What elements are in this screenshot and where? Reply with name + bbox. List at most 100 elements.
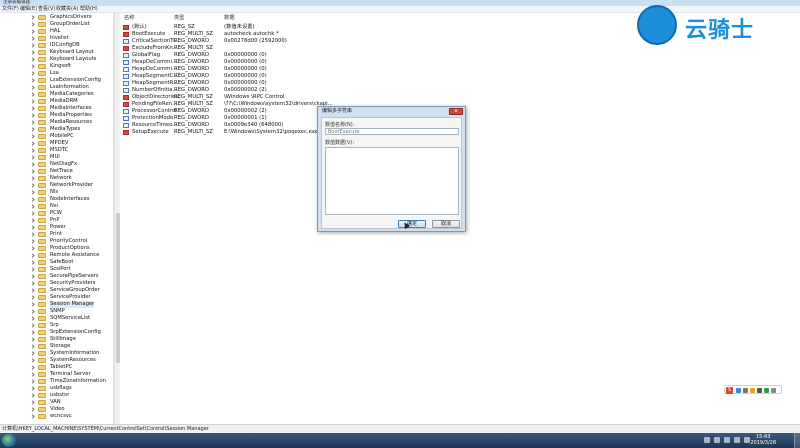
expand-arrow-icon[interactable] xyxy=(30,92,35,97)
expand-arrow-icon[interactable] xyxy=(30,169,35,174)
value-row[interactable]: GlobalFlag REG_DWORD 0x00000000 (0) xyxy=(123,52,463,59)
expand-arrow-icon[interactable] xyxy=(30,29,35,34)
expand-arrow-icon[interactable] xyxy=(30,393,35,398)
expand-arrow-icon[interactable] xyxy=(30,22,35,27)
skin-icon[interactable] xyxy=(771,388,776,393)
menu-edit[interactable]: 编辑(E) xyxy=(20,6,37,13)
tray-flag-icon[interactable] xyxy=(704,437,710,443)
expand-arrow-icon[interactable] xyxy=(30,155,35,160)
expand-arrow-icon[interactable] xyxy=(30,106,35,111)
expand-arrow-icon[interactable] xyxy=(30,330,35,335)
punctuation-icon[interactable] xyxy=(743,388,748,393)
value-row[interactable]: HeapSegmentR... REG_DWORD 0x00000000 (0) xyxy=(123,80,463,87)
expand-arrow-icon[interactable] xyxy=(30,400,35,405)
value-row[interactable]: (默认) REG_SZ (数值未设置) xyxy=(123,24,463,31)
expand-arrow-icon[interactable] xyxy=(30,414,35,419)
expand-arrow-icon[interactable] xyxy=(30,148,35,153)
expand-arrow-icon[interactable] xyxy=(30,15,35,20)
expand-arrow-icon[interactable] xyxy=(30,260,35,265)
tray-volume-icon[interactable] xyxy=(734,437,740,443)
expand-arrow-icon[interactable] xyxy=(30,141,35,146)
cancel-button[interactable]: 取消 xyxy=(432,220,460,228)
expand-arrow-icon[interactable] xyxy=(30,323,35,328)
expand-arrow-icon[interactable] xyxy=(30,302,35,307)
expand-arrow-icon[interactable] xyxy=(30,337,35,342)
expand-arrow-icon[interactable] xyxy=(30,309,35,314)
expand-arrow-icon[interactable] xyxy=(30,253,35,258)
menu-view[interactable]: 查看(V) xyxy=(38,6,55,13)
expand-arrow-icon[interactable] xyxy=(30,288,35,293)
expand-arrow-icon[interactable] xyxy=(30,274,35,279)
expand-arrow-icon[interactable] xyxy=(30,239,35,244)
emoji-icon[interactable] xyxy=(750,388,755,393)
column-type-header[interactable]: 类型 xyxy=(174,15,185,22)
registry-tree[interactable]: GraphicsDrivers GroupOrderList HAL hivelist… xyxy=(0,13,114,424)
expand-arrow-icon[interactable] xyxy=(30,162,35,167)
expand-arrow-icon[interactable] xyxy=(30,127,35,132)
expand-arrow-icon[interactable] xyxy=(30,120,35,125)
show-desktop-button[interactable] xyxy=(794,433,800,448)
expand-arrow-icon[interactable] xyxy=(30,204,35,209)
sogou-ime-icon[interactable]: S xyxy=(726,387,733,394)
expand-arrow-icon[interactable] xyxy=(30,50,35,55)
expand-arrow-icon[interactable] xyxy=(30,78,35,83)
expand-arrow-icon[interactable] xyxy=(30,134,35,139)
expand-arrow-icon[interactable] xyxy=(30,57,35,62)
folder-icon xyxy=(38,414,46,419)
value-data-textarea[interactable] xyxy=(325,147,459,215)
expand-arrow-icon[interactable] xyxy=(30,64,35,69)
expand-arrow-icon[interactable] xyxy=(30,316,35,321)
value-name-field[interactable]: BootExecute xyxy=(325,128,459,135)
value-row[interactable]: ExcludeFromKn... REG_MULTI_SZ xyxy=(123,45,463,52)
expand-arrow-icon[interactable] xyxy=(30,183,35,188)
keyboard-icon[interactable] xyxy=(764,388,769,393)
expand-arrow-icon[interactable] xyxy=(30,358,35,363)
value-row[interactable]: BootExecute REG_MULTI_SZ autocheck autochk… xyxy=(123,31,463,38)
expand-arrow-icon[interactable] xyxy=(30,225,35,230)
expand-arrow-icon[interactable] xyxy=(30,386,35,391)
expand-arrow-icon[interactable] xyxy=(30,351,35,356)
menu-favorites[interactable]: 收藏夹(A) xyxy=(56,6,78,13)
tray-shield-icon[interactable] xyxy=(714,437,720,443)
expand-arrow-icon[interactable] xyxy=(30,344,35,349)
expand-arrow-icon[interactable] xyxy=(30,211,35,216)
expand-arrow-icon[interactable] xyxy=(30,232,35,237)
tree-item-label: PCW xyxy=(50,210,62,216)
menu-file[interactable]: 文件(F) xyxy=(2,6,19,13)
chinese-mode-icon[interactable] xyxy=(736,388,741,393)
value-row[interactable]: NumberOfInitia... REG_DWORD 0x00000002 (2) xyxy=(123,87,463,94)
value-row[interactable]: HeapSegmentC... REG_DWORD 0x00000000 (0) xyxy=(123,73,463,80)
expand-arrow-icon[interactable] xyxy=(30,365,35,370)
column-data-header[interactable]: 数据 xyxy=(224,15,235,22)
voice-icon[interactable] xyxy=(757,388,762,393)
expand-arrow-icon[interactable] xyxy=(30,43,35,48)
expand-arrow-icon[interactable] xyxy=(30,197,35,202)
ime-toolbar[interactable]: S xyxy=(724,385,782,394)
expand-arrow-icon[interactable] xyxy=(30,295,35,300)
expand-arrow-icon[interactable] xyxy=(30,85,35,90)
expand-arrow-icon[interactable] xyxy=(30,379,35,384)
expand-arrow-icon[interactable] xyxy=(30,99,35,104)
expand-arrow-icon[interactable] xyxy=(30,71,35,76)
expand-arrow-icon[interactable] xyxy=(30,113,35,118)
value-row[interactable]: HeapDeCommi... REG_DWORD 0x00000000 (0) xyxy=(123,59,463,66)
expand-arrow-icon[interactable] xyxy=(30,246,35,251)
tray-keyboard-icon[interactable] xyxy=(744,437,750,443)
expand-arrow-icon[interactable] xyxy=(30,176,35,181)
column-name-header[interactable]: 名称 xyxy=(124,15,135,22)
expand-arrow-icon[interactable] xyxy=(30,190,35,195)
expand-arrow-icon[interactable] xyxy=(30,407,35,412)
expand-arrow-icon[interactable] xyxy=(30,36,35,41)
value-row[interactable]: HeapDeCommi... REG_DWORD 0x00000000 (0) xyxy=(123,66,463,73)
taskbar-clock[interactable]: 15:43 2019/3/28 xyxy=(750,434,776,446)
start-button[interactable] xyxy=(2,434,16,447)
expand-arrow-icon[interactable] xyxy=(30,281,35,286)
expand-arrow-icon[interactable] xyxy=(30,372,35,377)
close-button[interactable]: x xyxy=(449,108,463,115)
value-row[interactable]: ObjectDirectories REG_MULTI_SZ \Windows \R… xyxy=(123,94,463,101)
menu-help[interactable]: 帮助(H) xyxy=(80,6,98,13)
expand-arrow-icon[interactable] xyxy=(30,267,35,272)
expand-arrow-icon[interactable] xyxy=(30,218,35,223)
value-row[interactable]: CriticalSectionTi... REG_DWORD 0x00278d00 … xyxy=(123,38,463,45)
tray-network-icon[interactable] xyxy=(724,437,730,443)
